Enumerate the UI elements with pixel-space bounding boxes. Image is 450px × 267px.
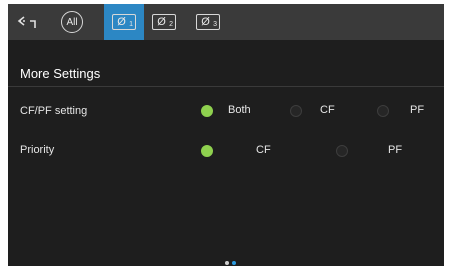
page-dot-active[interactable] — [232, 261, 236, 265]
all-phases-button[interactable]: All — [52, 4, 92, 40]
cfpf-option-label: PF — [410, 104, 425, 116]
phase-2-button[interactable]: Ø2 — [144, 4, 184, 40]
phase-1-button[interactable]: Ø1 — [104, 4, 144, 40]
priority-option-label: PF — [388, 144, 403, 156]
cfpf-option-label: CF — [320, 104, 335, 116]
all-phases-label: All — [61, 11, 83, 33]
radio-selected-icon — [201, 105, 213, 117]
radio-unselected-icon — [336, 145, 348, 157]
phase-1-icon: Ø1 — [112, 14, 136, 30]
cfpf-option-both[interactable]: Both — [201, 104, 251, 117]
radio-unselected-icon — [377, 105, 389, 117]
priority-option-label: CF — [256, 144, 271, 156]
top-toolbar: All Ø1 Ø2 Ø3 — [8, 4, 444, 40]
phase-3-icon: Ø3 — [196, 14, 220, 30]
page-title: More Settings — [20, 66, 101, 81]
phase-2-icon: Ø2 — [152, 14, 176, 30]
phase-3-button[interactable]: Ø3 — [188, 4, 228, 40]
cfpf-setting-label: CF/PF setting — [20, 105, 88, 117]
radio-unselected-icon — [290, 105, 302, 117]
device-screen: All Ø1 Ø2 Ø3 More Settings CF/PF setting… — [8, 4, 444, 266]
back-arrow-icon — [17, 15, 39, 29]
page-indicator — [225, 261, 236, 265]
priority-option-pf[interactable]: PF — [336, 144, 402, 157]
cfpf-option-pf[interactable]: PF — [377, 104, 424, 117]
cfpf-option-cf[interactable]: CF — [290, 104, 335, 117]
back-button[interactable] — [8, 4, 48, 40]
priority-label: Priority — [20, 144, 55, 156]
title-divider — [8, 86, 444, 87]
radio-selected-icon — [201, 145, 213, 157]
cfpf-option-label: Both — [228, 104, 251, 116]
page-dot[interactable] — [225, 261, 229, 265]
priority-option-cf[interactable]: CF — [201, 144, 271, 157]
